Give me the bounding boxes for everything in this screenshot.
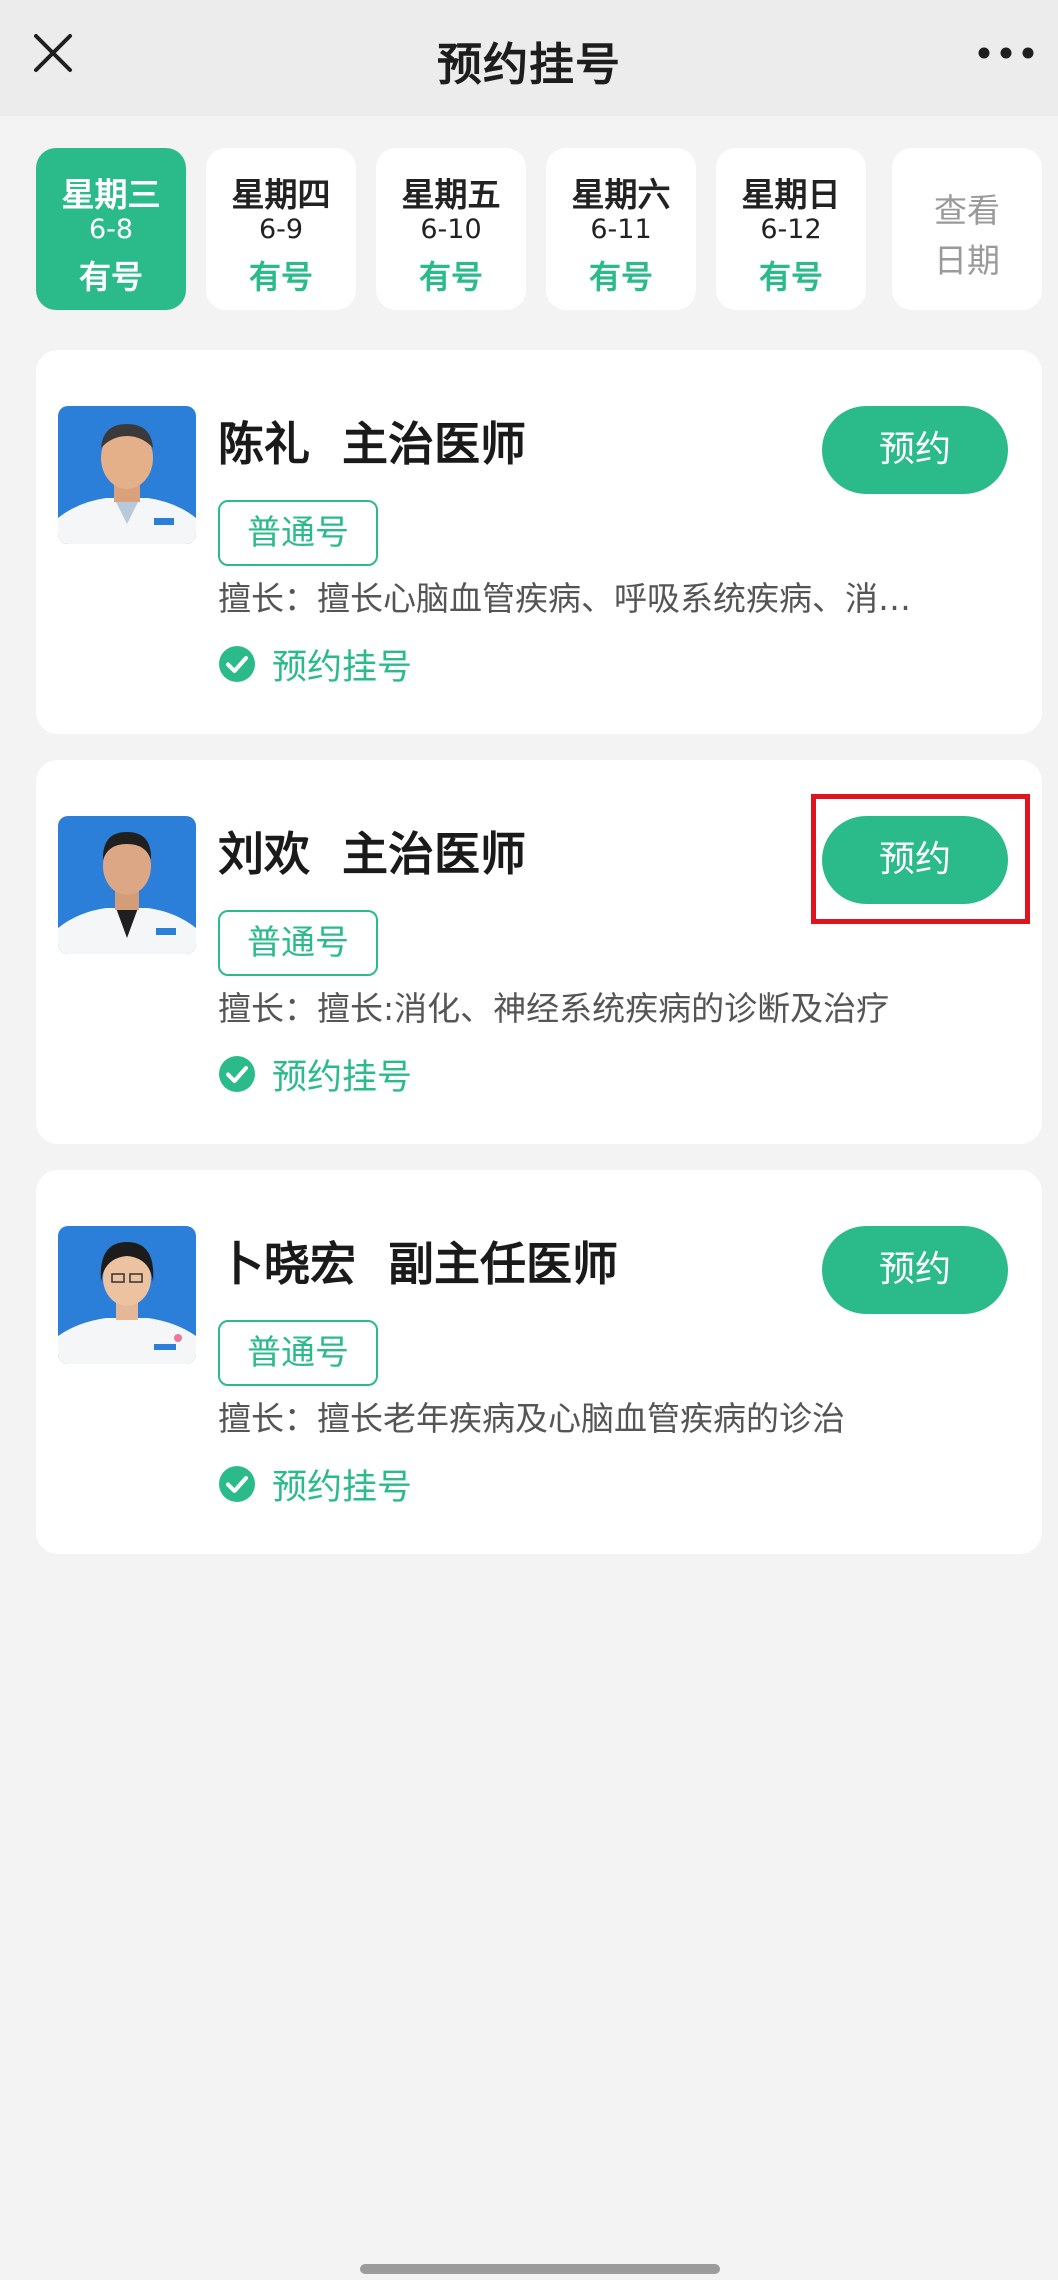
booking-status-text: 预约挂号	[272, 647, 413, 688]
date-tab-wed[interactable]: 星期三 6-8 有号	[36, 148, 186, 310]
date-tab-availability: 有号	[588, 258, 653, 296]
registration-type-tag: 普通号	[218, 910, 378, 976]
page-title: 预约挂号	[436, 38, 621, 91]
booking-status-text: 预约挂号	[272, 1467, 413, 1508]
date-tab-weekday: 星期日	[741, 175, 841, 214]
book-button[interactable]: 预约	[822, 1226, 1008, 1314]
book-button[interactable]: 预约	[822, 406, 1008, 494]
doctor-avatar	[58, 406, 196, 544]
date-tab-date: 6-10	[420, 214, 482, 245]
date-tab-weekday: 星期三	[61, 175, 161, 214]
date-tab-sun[interactable]: 星期日 6-12 有号	[716, 148, 866, 310]
doctor-name: 卜晓宏 副主任医师	[218, 1237, 619, 1291]
doctor-avatar	[58, 1226, 196, 1364]
check-circle-icon	[218, 1465, 256, 1503]
date-tab-availability: 有号	[758, 258, 823, 296]
booking-status-text: 预约挂号	[272, 1057, 413, 1098]
header-bar: 预约挂号	[0, 0, 1058, 116]
date-tab-date: 6-9	[258, 214, 304, 245]
appointment-page: 预约挂号 星期三 6-8 有号 星期四 6-9 有号 星期五 6-10 有号 星…	[0, 0, 1058, 2280]
booking-status: 预约挂号	[218, 640, 412, 688]
more-icon[interactable]	[976, 40, 1036, 66]
date-selector: 星期三 6-8 有号 星期四 6-9 有号 星期五 6-10 有号 星期六 6-…	[36, 148, 1046, 310]
date-tab-availability: 有号	[418, 258, 483, 296]
registration-type-tag: 普通号	[218, 1320, 378, 1386]
booking-status: 预约挂号	[218, 1460, 412, 1508]
doctor-specialty: 擅长：擅长老年疾病及心脑血管疾病的诊治	[218, 1399, 845, 1438]
view-dates-line2: 日期	[934, 241, 1000, 280]
date-tab-weekday: 星期四	[231, 175, 331, 214]
date-tab-thu[interactable]: 星期四 6-9 有号	[206, 148, 356, 310]
date-tab-availability: 有号	[248, 258, 313, 296]
date-tab-date: 6-12	[760, 214, 822, 245]
doctor-specialty: 擅长：擅长:消化、神经系统疾病的诊断及治疗	[218, 989, 890, 1028]
view-dates-line1: 查看	[934, 191, 1000, 230]
doctor-avatar	[58, 816, 196, 954]
registration-type-tag: 普通号	[218, 500, 378, 566]
doctor-card[interactable]: 刘欢 主治医师 预约 普通号 擅长：擅长:消化、神经系统疾病的诊断及治疗 预约挂…	[36, 760, 1042, 1144]
date-tab-weekday: 星期六	[571, 175, 671, 214]
check-circle-icon	[218, 645, 256, 683]
check-circle-icon	[218, 1055, 256, 1093]
date-tab-sat[interactable]: 星期六 6-11 有号	[546, 148, 696, 310]
doctor-card[interactable]: 陈礼 主治医师 预约 普通号 擅长：擅长心脑血管疾病、呼吸系统疾病、消… 预约挂…	[36, 350, 1042, 734]
home-indicator[interactable]	[360, 2264, 720, 2274]
doctor-card[interactable]: 卜晓宏 副主任医师 预约 普通号 擅长：擅长老年疾病及心脑血管疾病的诊治 预约挂…	[36, 1170, 1042, 1554]
book-button[interactable]: 预约	[822, 816, 1008, 904]
date-tab-availability: 有号	[78, 258, 143, 296]
booking-status: 预约挂号	[218, 1050, 412, 1098]
doctor-specialty: 擅长：擅长心脑血管疾病、呼吸系统疾病、消…	[218, 579, 911, 618]
date-tab-weekday: 星期五	[401, 175, 501, 214]
date-tab-date: 6-11	[590, 214, 652, 245]
doctor-name: 陈礼 主治医师	[218, 417, 527, 471]
view-dates-button[interactable]: 查看 日期	[892, 148, 1042, 310]
date-tab-date: 6-8	[88, 214, 134, 245]
date-tab-fri[interactable]: 星期五 6-10 有号	[376, 148, 526, 310]
doctor-name: 刘欢 主治医师	[218, 827, 527, 881]
